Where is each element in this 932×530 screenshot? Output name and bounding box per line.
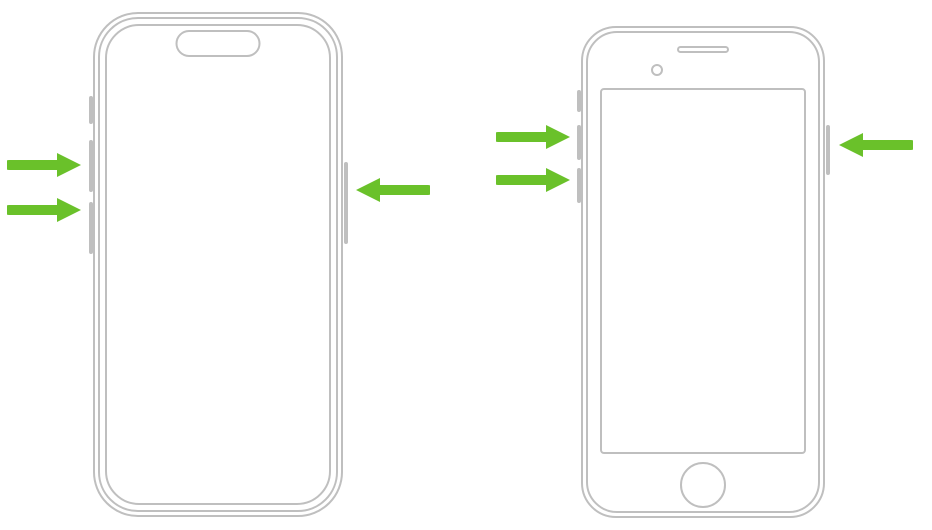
iphone-faceid-mute-switch [89, 96, 93, 124]
arrow-right-icon [496, 165, 576, 195]
iphone-homebutton-mute-switch [577, 90, 581, 112]
iphone-homebutton-volume-down-button [577, 168, 581, 203]
iphone-homebutton-outline [581, 26, 825, 518]
iphone-faceid-screen [105, 24, 331, 505]
iphone-dynamic-island [176, 30, 261, 57]
arrow-right-icon [7, 150, 87, 180]
iphone-homebutton-camera [651, 64, 663, 76]
iphone-homebutton-volume-up-button [577, 125, 581, 160]
iphone-home-button [680, 462, 726, 508]
iphone-faceid-outline [93, 12, 343, 517]
arrow-left-icon [350, 175, 430, 205]
arrow-right-icon [7, 195, 87, 225]
iphone-faceid-side-button [344, 162, 348, 244]
iphone-homebutton-speaker [677, 46, 729, 53]
iphone-homebutton-side-button [826, 125, 830, 175]
iphone-faceid-volume-up-button [89, 140, 93, 192]
arrow-left-icon [833, 130, 913, 160]
iphone-homebutton-screen [600, 88, 806, 454]
iphone-faceid-volume-down-button [89, 202, 93, 254]
arrow-right-icon [496, 122, 576, 152]
